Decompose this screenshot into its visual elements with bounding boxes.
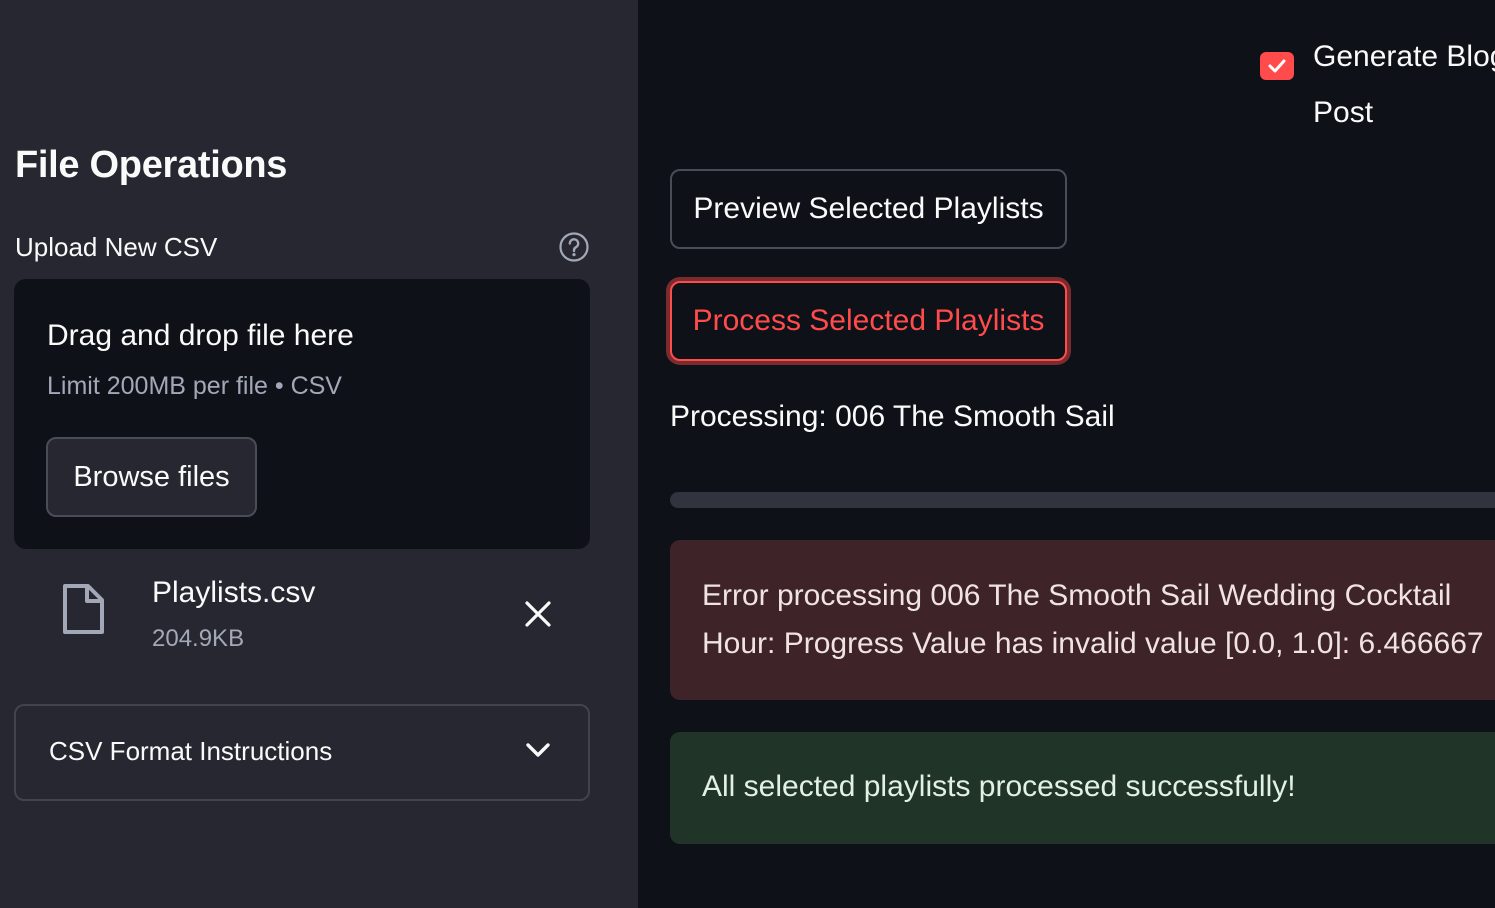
checkbox-label-line1: Generate Blog: [1313, 40, 1495, 73]
app: File Operations Upload New CSV Drag and …: [0, 0, 1495, 908]
help-icon[interactable]: [558, 231, 590, 263]
preview-selected-playlists-button[interactable]: Preview Selected Playlists: [670, 169, 1067, 249]
csv-format-instructions-expander[interactable]: CSV Format Instructions: [14, 704, 590, 801]
error-alert: Error processing 006 The Smooth Sail Wed…: [670, 540, 1495, 700]
success-alert: All selected playlists processed success…: [670, 732, 1495, 844]
processing-status-text: Processing: 006 The Smooth Sail: [670, 400, 1115, 433]
sidebar-title: File Operations: [15, 144, 288, 186]
expander-label: CSV Format Instructions: [49, 736, 333, 766]
checkbox-label-clip: Generate Blog: [638, 0, 1495, 80]
dropzone-limit-text: Limit 200MB per file • CSV: [47, 372, 342, 400]
file-icon: [63, 584, 104, 634]
file-dropzone[interactable]: Drag and drop file here Limit 200MB per …: [14, 279, 590, 549]
progress-bar: [670, 492, 1495, 508]
uploaded-file-item: Playlists.csv 204.9KB: [14, 570, 590, 670]
checkbox-label-line2: Post: [1313, 96, 1374, 129]
close-icon[interactable]: [520, 596, 556, 632]
upload-label: Upload New CSV: [15, 232, 218, 262]
sidebar: File Operations Upload New CSV Drag and …: [0, 0, 638, 908]
uploaded-file-size: 204.9KB: [152, 625, 245, 652]
uploaded-file-name: Playlists.csv: [152, 576, 316, 609]
process-selected-playlists-button[interactable]: Process Selected Playlists: [670, 281, 1067, 361]
chevron-down-icon: [526, 743, 550, 757]
browse-files-button[interactable]: Browse files: [46, 437, 257, 517]
main-content: Generate Blog Post Preview Selected Play…: [638, 0, 1495, 908]
dropzone-title: Drag and drop file here: [47, 319, 354, 352]
